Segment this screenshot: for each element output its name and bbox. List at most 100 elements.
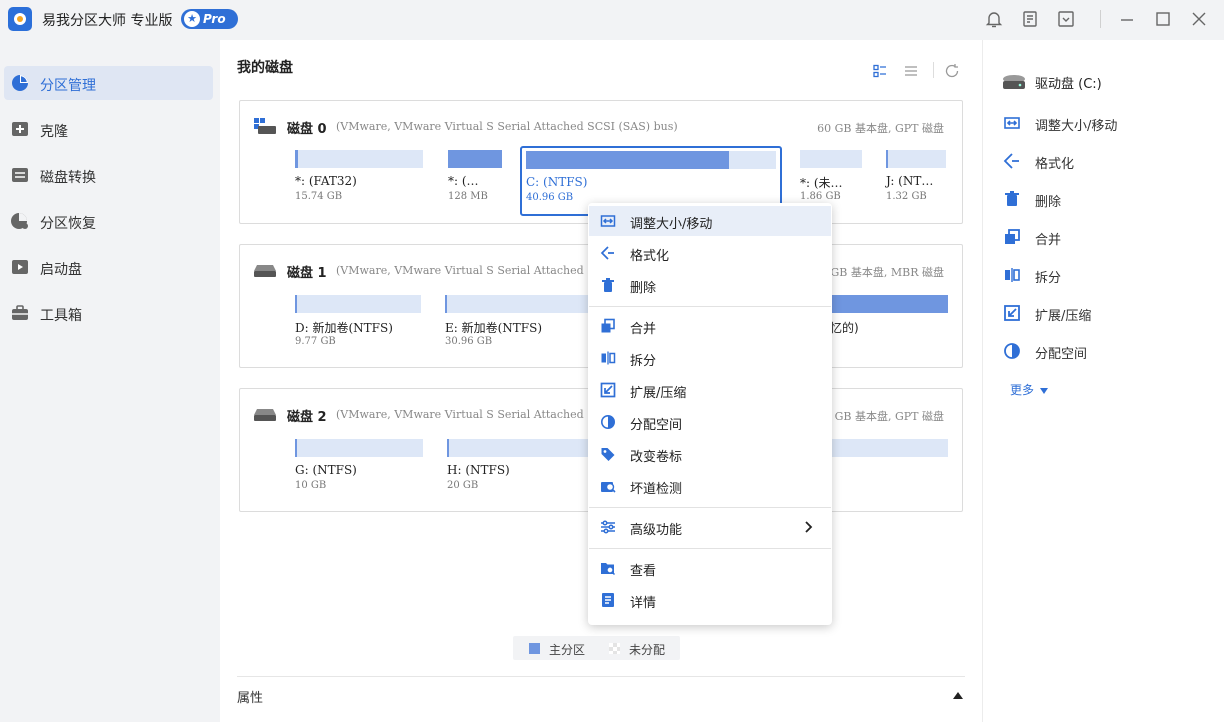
menu-item-format[interactable]: 格式化	[589, 238, 831, 268]
divider	[237, 676, 965, 677]
action-merge[interactable]: 合并	[1001, 225, 1201, 249]
partition-bar	[886, 150, 946, 168]
partition-used-fill	[295, 439, 297, 457]
minimize-icon[interactable]	[1117, 9, 1137, 29]
menu-item-label: 详情	[630, 596, 657, 611]
partition-name: H: (NTFS)	[447, 463, 510, 477]
extend-icon	[600, 382, 616, 398]
menu-item-allocate-space[interactable]: 分配空间	[589, 407, 831, 437]
close-icon[interactable]	[1189, 9, 1209, 29]
allocate-icon	[1004, 343, 1020, 359]
sidebar-item-partition-recovery[interactable]: 分区恢复	[4, 204, 213, 238]
grid-view-icon[interactable]	[872, 63, 888, 79]
feedback-icon[interactable]	[1020, 9, 1040, 29]
maximize-icon[interactable]	[1153, 9, 1173, 29]
action-delete[interactable]: 删除	[1001, 187, 1201, 211]
clone-icon	[12, 122, 28, 136]
menu-item-label: 格式化	[630, 249, 670, 264]
menu-item-surface-test[interactable]: 坏道检测	[589, 471, 831, 501]
partition-size: 1.32 GB	[886, 191, 927, 202]
legend-label-primary: 主分区	[549, 643, 586, 657]
partition-name: 忆的)	[830, 321, 859, 335]
partition-size: 40.96 GB	[526, 192, 574, 203]
partition-name: G: (NTFS)	[295, 463, 357, 477]
menu-item-label: 删除	[630, 281, 657, 296]
operations-panel: 驱动盘 (C:) 调整大小/移动 格式化 删除 合并 拆分 扩展/压缩 分配空间…	[982, 40, 1224, 722]
legend-swatch-unallocated	[609, 643, 620, 654]
properties-title[interactable]: 属性	[237, 687, 263, 706]
disk-bus: (VMware, VMware Virtual S Serial Attache…	[336, 264, 584, 277]
disk-name: 磁盘 0	[287, 122, 327, 137]
sidebar-item-boot-disk[interactable]: 启动盘	[4, 250, 213, 284]
partition-used-fill	[886, 150, 888, 168]
action-split[interactable]: 拆分	[1001, 263, 1201, 287]
extend-icon	[1004, 305, 1020, 321]
surface-test-icon	[601, 482, 616, 493]
action-format[interactable]: 格式化	[1001, 149, 1201, 173]
action-label: 扩展/压缩	[1035, 309, 1092, 324]
sidebar-item-disk-convert[interactable]: 磁盘转换	[4, 158, 213, 192]
partition-size: 20 GB	[447, 480, 479, 491]
app-logo-icon	[8, 7, 32, 31]
menu-item-resize-move[interactable]: 调整大小/移动	[589, 206, 831, 236]
partition-used-fill	[447, 439, 449, 457]
partition-bar	[445, 295, 588, 313]
list-view-icon[interactable]	[903, 63, 919, 79]
notification-bell-icon[interactable]	[984, 9, 1004, 29]
partition-bar	[800, 150, 862, 168]
titlebar-separator	[1100, 10, 1101, 28]
action-allocate-space[interactable]: 分配空间	[1001, 339, 1201, 363]
more-actions-link[interactable]: 更多	[1010, 381, 1049, 398]
menu-item-change-label[interactable]: 改变卷标	[589, 439, 831, 469]
sidebar-item-label: 工具箱	[40, 308, 82, 324]
menu-item-advanced[interactable]: 高级功能	[589, 512, 831, 542]
sidebar-item-label: 克隆	[40, 124, 68, 140]
split-icon	[1005, 268, 1020, 282]
menu-item-explore[interactable]: 查看	[589, 553, 831, 583]
toolbox-icon	[12, 305, 28, 320]
menu-item-details[interactable]: 详情	[589, 585, 831, 615]
action-label: 分配空间	[1035, 347, 1088, 362]
partition-name: *: (…	[448, 174, 479, 188]
action-resize-move[interactable]: 调整大小/移动	[1001, 111, 1201, 135]
disk-name: 磁盘 2	[287, 410, 327, 425]
menu-item-label: 高级功能	[630, 523, 683, 538]
menu-item-label: 查看	[630, 564, 657, 579]
menu-item-extend-shrink[interactable]: 扩展/压缩	[589, 375, 831, 405]
partition-bar	[295, 439, 423, 457]
partition-used-fill	[295, 150, 298, 168]
refresh-icon[interactable]	[944, 63, 960, 79]
partition-used-fill	[526, 151, 729, 169]
star-icon: ★	[184, 11, 200, 27]
pro-badge[interactable]: ★ Pro	[181, 9, 238, 29]
menu-item-merge[interactable]: 合并	[589, 311, 831, 341]
partition-name: E: 新加卷(NTFS)	[445, 321, 543, 335]
partition-size: 128 MB	[448, 191, 488, 202]
merge-icon	[1005, 229, 1020, 244]
action-extend-shrink[interactable]: 扩展/压缩	[1001, 301, 1201, 325]
disk-meta: GB 基本盘, MBR 磁盘	[830, 266, 945, 279]
menu-item-delete[interactable]: 删除	[589, 270, 831, 300]
trash-icon	[602, 278, 614, 292]
collapse-caret-icon[interactable]	[953, 692, 963, 699]
partition-name: *: (FAT32)	[295, 174, 357, 188]
partition-size: 9.77 GB	[295, 336, 336, 347]
action-label: 调整大小/移动	[1035, 119, 1118, 134]
menu-item-split[interactable]: 拆分	[589, 343, 831, 373]
sidebar-item-partition-manager[interactable]: 分区管理	[4, 66, 213, 100]
convert-icon	[12, 168, 28, 182]
menu-separator	[589, 548, 831, 549]
sidebar-item-label: 磁盘转换	[40, 170, 96, 186]
partition-size: 10 GB	[295, 480, 327, 491]
action-label: 拆分	[1035, 271, 1062, 286]
disk-bus: (VMware, VMware Virtual S Serial Attache…	[336, 120, 678, 133]
menu-dropdown-icon[interactable]	[1056, 9, 1076, 29]
sidebar-item-clone[interactable]: 克隆	[4, 112, 213, 146]
partition-used-fill	[295, 295, 297, 313]
title-bar: 易我分区大师 专业版 ★ Pro	[0, 0, 1224, 40]
partition-bar	[447, 439, 588, 457]
disk-meta: 60 GB 基本盘, GPT 磁盘	[817, 122, 944, 135]
sidebar-item-toolbox[interactable]: 工具箱	[4, 296, 213, 330]
context-menu: 调整大小/移动 格式化 删除 合并 拆分 扩展/压缩 分配空间 改变卷标 坏道检…	[588, 203, 832, 625]
legend: 主分区 未分配	[513, 636, 680, 660]
